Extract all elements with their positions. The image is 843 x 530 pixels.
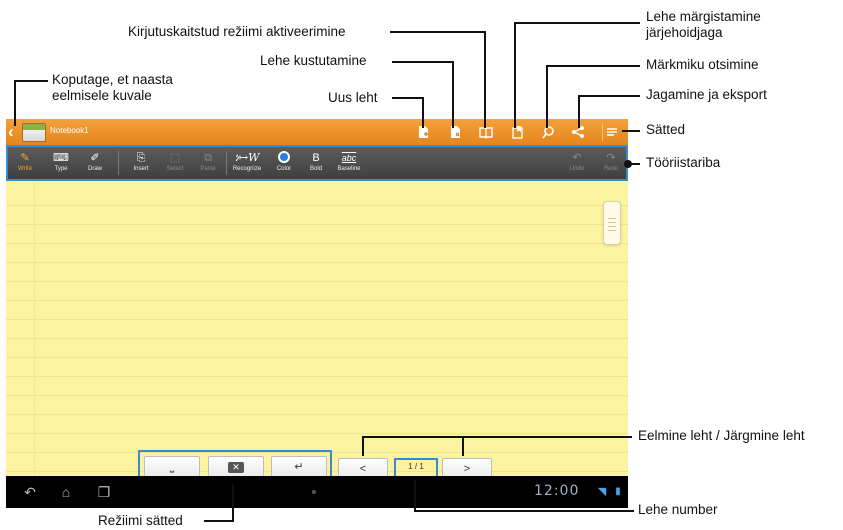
- leader-line: [232, 484, 234, 522]
- callout-delete-page: Lehe kustutamine: [260, 53, 367, 68]
- toolbar-divider: [118, 151, 119, 175]
- tool-select[interactable]: ⬚ Select: [158, 145, 192, 181]
- leader-line: [546, 65, 548, 128]
- leader-line: [578, 95, 580, 128]
- brush-icon: ✐: [90, 152, 100, 164]
- tool-redo-label: Redo: [603, 166, 619, 172]
- leader-line: [514, 22, 640, 24]
- select-icon: ⬚: [169, 152, 181, 164]
- leader-dot: [624, 160, 632, 168]
- tool-baseline[interactable]: abc Baseline: [332, 145, 366, 181]
- callout-share: Jagamine ja eksport: [646, 87, 767, 102]
- tool-paste-label: Paste: [200, 166, 216, 172]
- menu-dot: [312, 490, 316, 494]
- callout-settings: Sätted: [646, 122, 686, 137]
- leader-line: [14, 80, 16, 126]
- tool-type-label: Type: [54, 166, 68, 172]
- recognize-icon: ነ↦W: [234, 151, 260, 164]
- tool-redo[interactable]: ↷ Redo: [594, 145, 628, 181]
- tool-color[interactable]: Color: [267, 145, 301, 181]
- tool-draw-label: Draw: [87, 166, 102, 172]
- read-only-icon[interactable]: [477, 123, 495, 141]
- leader-line: [514, 22, 516, 128]
- tool-insert[interactable]: ⎘ Insert: [124, 145, 158, 181]
- callout-toolbar: Tööriistariba: [646, 155, 721, 170]
- write-pen-icon: ✎: [20, 152, 30, 164]
- leader-line: [578, 95, 640, 97]
- paste-icon: ⧉: [204, 152, 212, 164]
- leader-line: [392, 61, 454, 63]
- scroll-handle[interactable]: [603, 201, 621, 245]
- notebook-icon[interactable]: [22, 123, 46, 142]
- leader-line: [390, 31, 486, 33]
- nav-home-icon[interactable]: ⌂: [56, 482, 76, 502]
- toolbar: ✎ Write ⌨ Type ✐ Draw ⎘ Insert ⬚ Select …: [6, 145, 628, 181]
- delete-page-icon[interactable]: [446, 123, 464, 141]
- callout-mode-settings: Režiimi sätted: [98, 513, 183, 528]
- callout-bookmark: Lehe märgistamine järjehoidjaga: [646, 9, 761, 40]
- margin-line: [34, 181, 35, 476]
- backspace-icon: ✕: [228, 462, 244, 473]
- color-swatch-icon: [267, 145, 301, 165]
- undo-icon: ↶: [572, 152, 582, 164]
- search-icon[interactable]: [539, 123, 557, 141]
- leader-line: [362, 436, 632, 438]
- tool-paste[interactable]: ⧉ Paste: [191, 145, 225, 181]
- nav-back-icon[interactable]: ↶: [20, 482, 40, 502]
- tool-draw[interactable]: ✐ Draw: [78, 145, 112, 181]
- tool-write[interactable]: ✎ Write: [8, 145, 42, 181]
- space-button[interactable]: ⎵: [144, 456, 200, 478]
- redo-icon: ↷: [606, 152, 616, 164]
- leader-line: [392, 97, 424, 99]
- callout-read-only: Kirjutuskaitstud režiimi aktiveerimine: [128, 24, 346, 39]
- clock: 12:00: [534, 483, 580, 499]
- notebook-title: Notebook1: [50, 126, 89, 135]
- leader-line: [484, 31, 486, 128]
- leader-line: [204, 520, 234, 522]
- callout-prev-next: Eelmine leht / Järgmine leht: [638, 428, 805, 443]
- tool-select-label: Select: [166, 166, 184, 172]
- baseline-icon: abc: [341, 153, 357, 163]
- tool-insert-label: Insert: [133, 166, 149, 172]
- nav-recent-apps-icon[interactable]: ❐: [94, 482, 114, 502]
- leader-line: [362, 436, 364, 456]
- system-nav-bar: ↶ ⌂ ❐ 12:00 ◥ ▮: [6, 476, 628, 508]
- callout-new-page: Uus leht: [328, 90, 378, 105]
- leader-line: [546, 65, 640, 67]
- leader-line: [452, 61, 454, 128]
- bold-icon: B: [312, 152, 320, 164]
- tool-bold[interactable]: B Bold: [299, 145, 333, 181]
- leader-line: [14, 80, 48, 82]
- keyboard-icon: ⌨: [53, 152, 69, 164]
- callout-search: Märkmiku otsimine: [646, 57, 759, 72]
- tool-write-label: Write: [18, 166, 32, 172]
- tool-color-label: Color: [276, 166, 292, 172]
- callout-back: Koputage, et naasta eelmisele kuvale: [52, 72, 173, 103]
- insert-icon: ⎘: [136, 152, 146, 164]
- bookmark-page-icon[interactable]: [509, 123, 527, 141]
- leader-line: [414, 510, 634, 512]
- battery-icon: ▮: [615, 486, 621, 497]
- callout-page-number: Lehe number: [638, 502, 718, 517]
- enter-button[interactable]: ↵: [271, 456, 327, 478]
- leader-line: [414, 480, 416, 512]
- settings-menu-icon[interactable]: [602, 123, 620, 141]
- leader-line: [422, 97, 424, 128]
- notebook-screen: ‹ Notebook1 ✎ Write ⌨ Type ✐ Draw ⎘ Inse…: [6, 119, 628, 508]
- tool-recognize[interactable]: ነ↦W Recognize: [227, 145, 267, 181]
- tool-undo-label: Undo: [569, 166, 585, 172]
- tool-bold-label: Bold: [309, 166, 322, 172]
- note-page[interactable]: [6, 181, 628, 476]
- leader-line: [462, 436, 464, 456]
- tool-recognize-label: Recognize: [232, 166, 262, 172]
- leader-line: [622, 130, 640, 132]
- tool-baseline-label: Baseline: [337, 166, 361, 172]
- backspace-button[interactable]: ✕: [208, 456, 264, 478]
- tool-type[interactable]: ⌨ Type: [44, 145, 78, 181]
- tool-undo[interactable]: ↶ Undo: [560, 145, 594, 181]
- title-bar: ‹ Notebook1: [6, 119, 628, 145]
